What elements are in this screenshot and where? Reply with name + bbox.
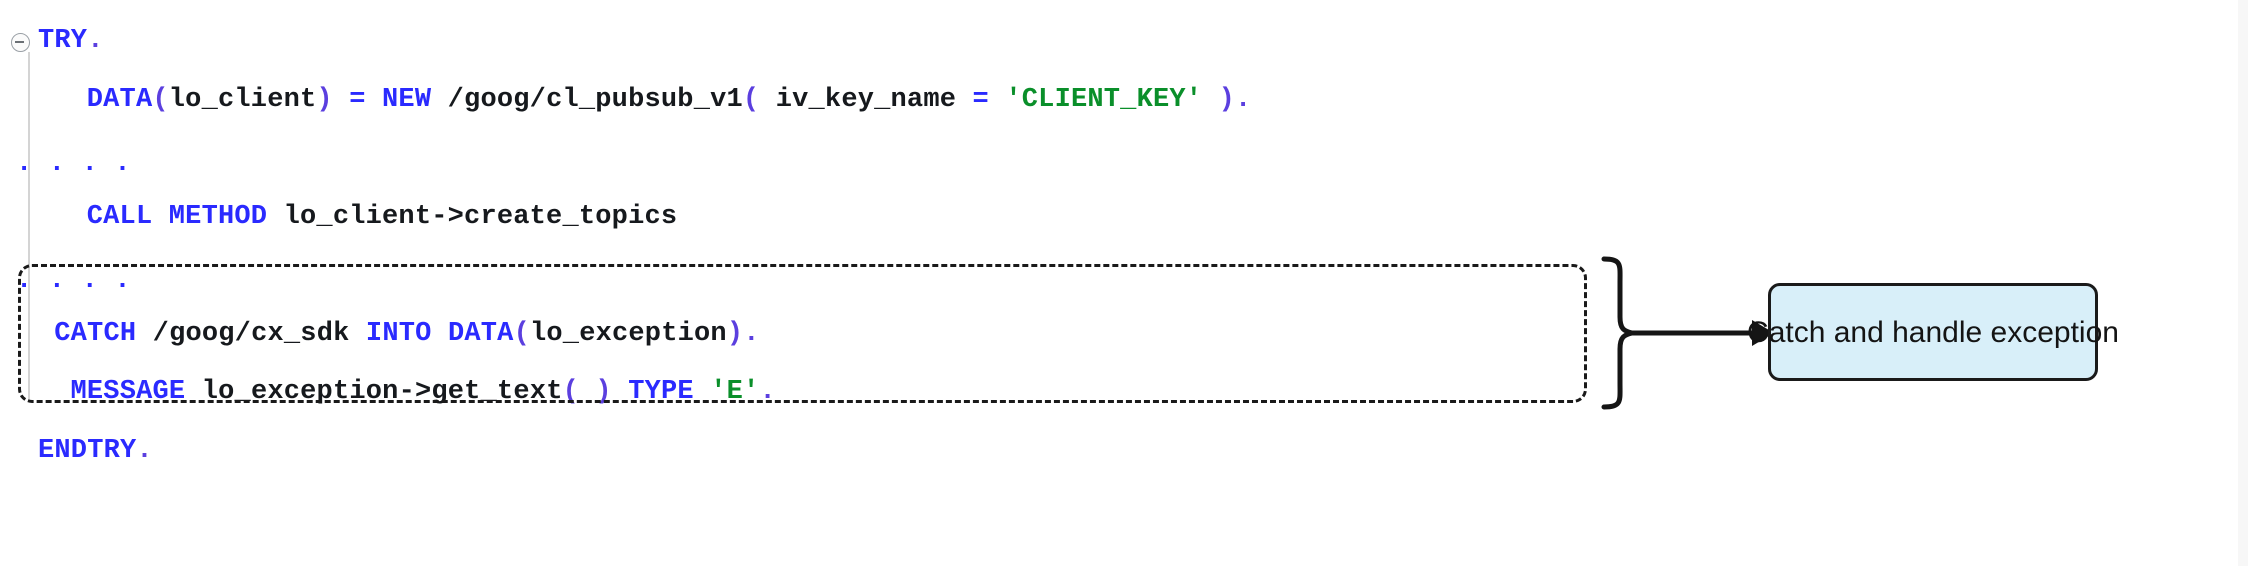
code-continuation-marker: . . . . xyxy=(16,149,131,179)
screenshot-canvas: TRY. DATA(lo_client) = NEW /goog/cl_pubsu… xyxy=(0,0,2248,566)
collapse-minus-icon[interactable] xyxy=(11,33,30,52)
line-call-method[interactable]: CALL METHOD lo_client->create_topics xyxy=(87,203,678,231)
line-data-new-client[interactable]: DATA(lo_client) = NEW /goog/cl_pubsub_v1… xyxy=(87,86,1252,114)
editor-right-margin-strip xyxy=(2238,0,2248,566)
line-endtry[interactable]: ENDTRY. xyxy=(38,437,153,465)
callout-box: Catch and handle exception xyxy=(1747,283,2119,381)
callout-label: Catch and handle exception xyxy=(1747,315,2119,349)
line-try[interactable]: TRY. xyxy=(38,28,104,55)
catch-block-highlight xyxy=(18,264,1587,403)
curly-brace-grouping xyxy=(1601,256,1635,410)
